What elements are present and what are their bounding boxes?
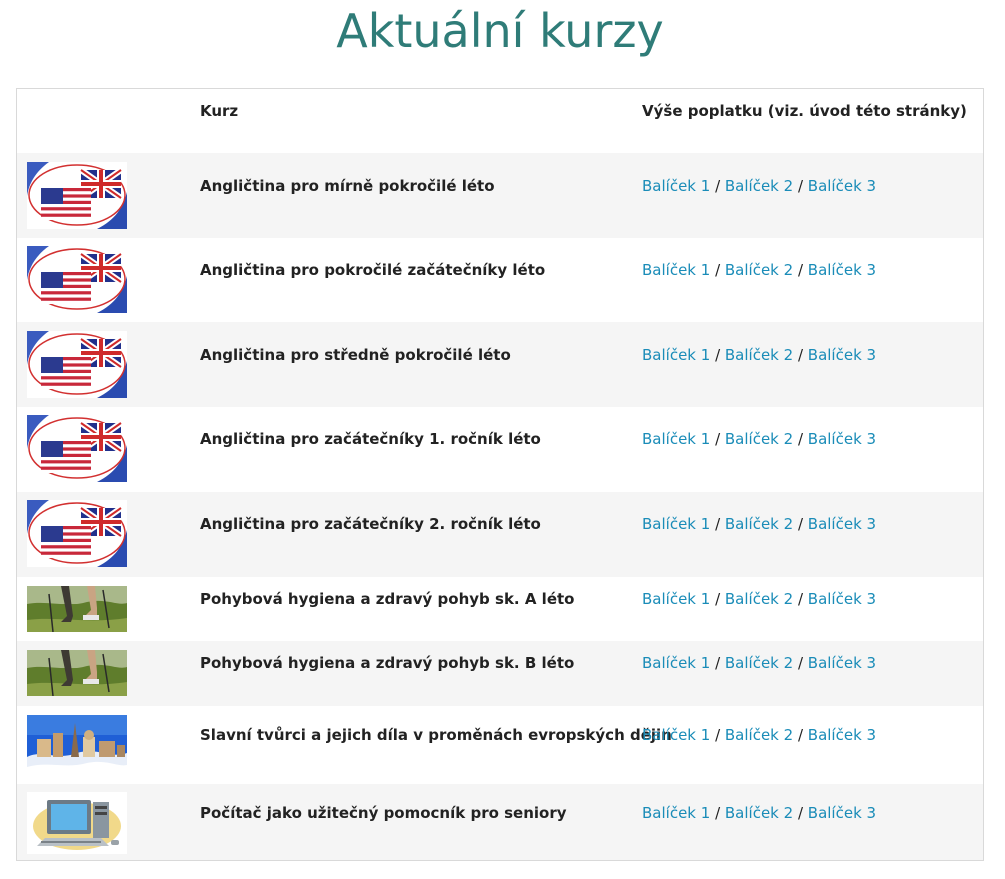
package-1-link[interactable]: Balíček 1 <box>642 346 710 364</box>
package-1-link[interactable]: Balíček 1 <box>642 430 710 448</box>
link-separator: / <box>793 654 808 672</box>
fee-links: Balíček 1 / Balíček 2 / Balíček 3 <box>642 261 876 279</box>
package-3-link[interactable]: Balíček 3 <box>808 654 876 672</box>
course-name[interactable]: Počítač jako užitečný pomocník pro senio… <box>200 804 567 822</box>
package-3-link[interactable]: Balíček 3 <box>808 726 876 744</box>
table-row: Angličtina pro středně pokročilé léto Ba… <box>17 322 983 407</box>
course-name[interactable]: Slavní tvůrci a jejich díla v proměnách … <box>200 726 672 744</box>
table-row: Angličtina pro mírně pokročilé léto Balí… <box>17 153 983 238</box>
european-landmarks-image <box>27 715 127 775</box>
fee-links: Balíček 1 / Balíček 2 / Balíček 3 <box>642 654 876 672</box>
link-separator: / <box>793 804 808 822</box>
uk-us-flags-image <box>27 246 127 313</box>
table-header-row: Kurz Výše poplatku (viz. úvod této strán… <box>17 89 983 153</box>
fee-links: Balíček 1 / Balíček 2 / Balíček 3 <box>642 430 876 448</box>
link-separator: / <box>710 177 725 195</box>
uk-us-flags-image <box>27 331 127 398</box>
package-3-link[interactable]: Balíček 3 <box>808 515 876 533</box>
package-1-link[interactable]: Balíček 1 <box>642 726 710 744</box>
fee-links: Balíček 1 / Balíček 2 / Balíček 3 <box>642 515 876 533</box>
package-1-link[interactable]: Balíček 1 <box>642 177 710 195</box>
package-2-link[interactable]: Balíček 2 <box>725 804 793 822</box>
package-3-link[interactable]: Balíček 3 <box>808 590 876 608</box>
package-2-link[interactable]: Balíček 2 <box>725 515 793 533</box>
header-fee: Výše poplatku (viz. úvod této stránky) <box>642 102 967 120</box>
link-separator: / <box>710 261 725 279</box>
link-separator: / <box>793 590 808 608</box>
package-1-link[interactable]: Balíček 1 <box>642 590 710 608</box>
table-row: Pohybová hygiena a zdravý pohyb sk. B lé… <box>17 641 983 706</box>
uk-us-flags-image <box>27 500 127 567</box>
table-row: Angličtina pro pokročilé začátečníky lét… <box>17 238 983 322</box>
course-name[interactable]: Angličtina pro začátečníky 2. ročník lét… <box>200 515 541 533</box>
table-row: Angličtina pro začátečníky 1. ročník lét… <box>17 407 983 492</box>
nordic-walking-image <box>27 586 127 632</box>
fee-links: Balíček 1 / Balíček 2 / Balíček 3 <box>642 346 876 364</box>
nordic-walking-image <box>27 650 127 696</box>
package-3-link[interactable]: Balíček 3 <box>808 430 876 448</box>
course-name[interactable]: Angličtina pro pokročilé začátečníky lét… <box>200 261 545 279</box>
fee-links: Balíček 1 / Balíček 2 / Balíček 3 <box>642 177 876 195</box>
courses-table: Kurz Výše poplatku (viz. úvod této strán… <box>16 88 984 861</box>
header-course: Kurz <box>200 102 239 120</box>
package-2-link[interactable]: Balíček 2 <box>725 261 793 279</box>
package-3-link[interactable]: Balíček 3 <box>808 177 876 195</box>
course-name[interactable]: Pohybová hygiena a zdravý pohyb sk. A lé… <box>200 590 574 608</box>
link-separator: / <box>793 726 808 744</box>
link-separator: / <box>710 430 725 448</box>
package-2-link[interactable]: Balíček 2 <box>725 654 793 672</box>
course-name[interactable]: Pohybová hygiena a zdravý pohyb sk. B lé… <box>200 654 574 672</box>
package-2-link[interactable]: Balíček 2 <box>725 177 793 195</box>
fee-links: Balíček 1 / Balíček 2 / Balíček 3 <box>642 726 876 744</box>
link-separator: / <box>793 177 808 195</box>
package-1-link[interactable]: Balíček 1 <box>642 515 710 533</box>
course-name[interactable]: Angličtina pro středně pokročilé léto <box>200 346 511 364</box>
package-2-link[interactable]: Balíček 2 <box>725 430 793 448</box>
link-separator: / <box>710 726 725 744</box>
table-row: Angličtina pro začátečníky 2. ročník lét… <box>17 492 983 577</box>
link-separator: / <box>793 515 808 533</box>
package-3-link[interactable]: Balíček 3 <box>808 804 876 822</box>
table-row: Slavní tvůrci a jejich díla v proměnách … <box>17 706 983 784</box>
page-title: Aktuální kurzy <box>336 4 664 58</box>
table-row: Pohybová hygiena a zdravý pohyb sk. A lé… <box>17 577 983 641</box>
uk-us-flags-image <box>27 415 127 482</box>
link-separator: / <box>793 346 808 364</box>
fee-links: Balíček 1 / Balíček 2 / Balíček 3 <box>642 590 876 608</box>
package-1-link[interactable]: Balíček 1 <box>642 654 710 672</box>
link-separator: / <box>710 804 725 822</box>
package-2-link[interactable]: Balíček 2 <box>725 590 793 608</box>
table-row: Počítač jako užitečný pomocník pro senio… <box>17 784 983 860</box>
link-separator: / <box>793 430 808 448</box>
link-separator: / <box>710 590 725 608</box>
course-name[interactable]: Angličtina pro začátečníky 1. ročník lét… <box>200 430 541 448</box>
course-name[interactable]: Angličtina pro mírně pokročilé léto <box>200 177 495 195</box>
package-1-link[interactable]: Balíček 1 <box>642 261 710 279</box>
package-3-link[interactable]: Balíček 3 <box>808 261 876 279</box>
package-3-link[interactable]: Balíček 3 <box>808 346 876 364</box>
link-separator: / <box>710 346 725 364</box>
computer-image <box>27 792 127 854</box>
package-2-link[interactable]: Balíček 2 <box>725 346 793 364</box>
uk-us-flags-image <box>27 162 127 229</box>
link-separator: / <box>710 654 725 672</box>
package-2-link[interactable]: Balíček 2 <box>725 726 793 744</box>
page: Aktuální kurzy Kurz Výše poplatku (viz. … <box>0 0 1005 879</box>
package-1-link[interactable]: Balíček 1 <box>642 804 710 822</box>
link-separator: / <box>793 261 808 279</box>
fee-links: Balíček 1 / Balíček 2 / Balíček 3 <box>642 804 876 822</box>
link-separator: / <box>710 515 725 533</box>
